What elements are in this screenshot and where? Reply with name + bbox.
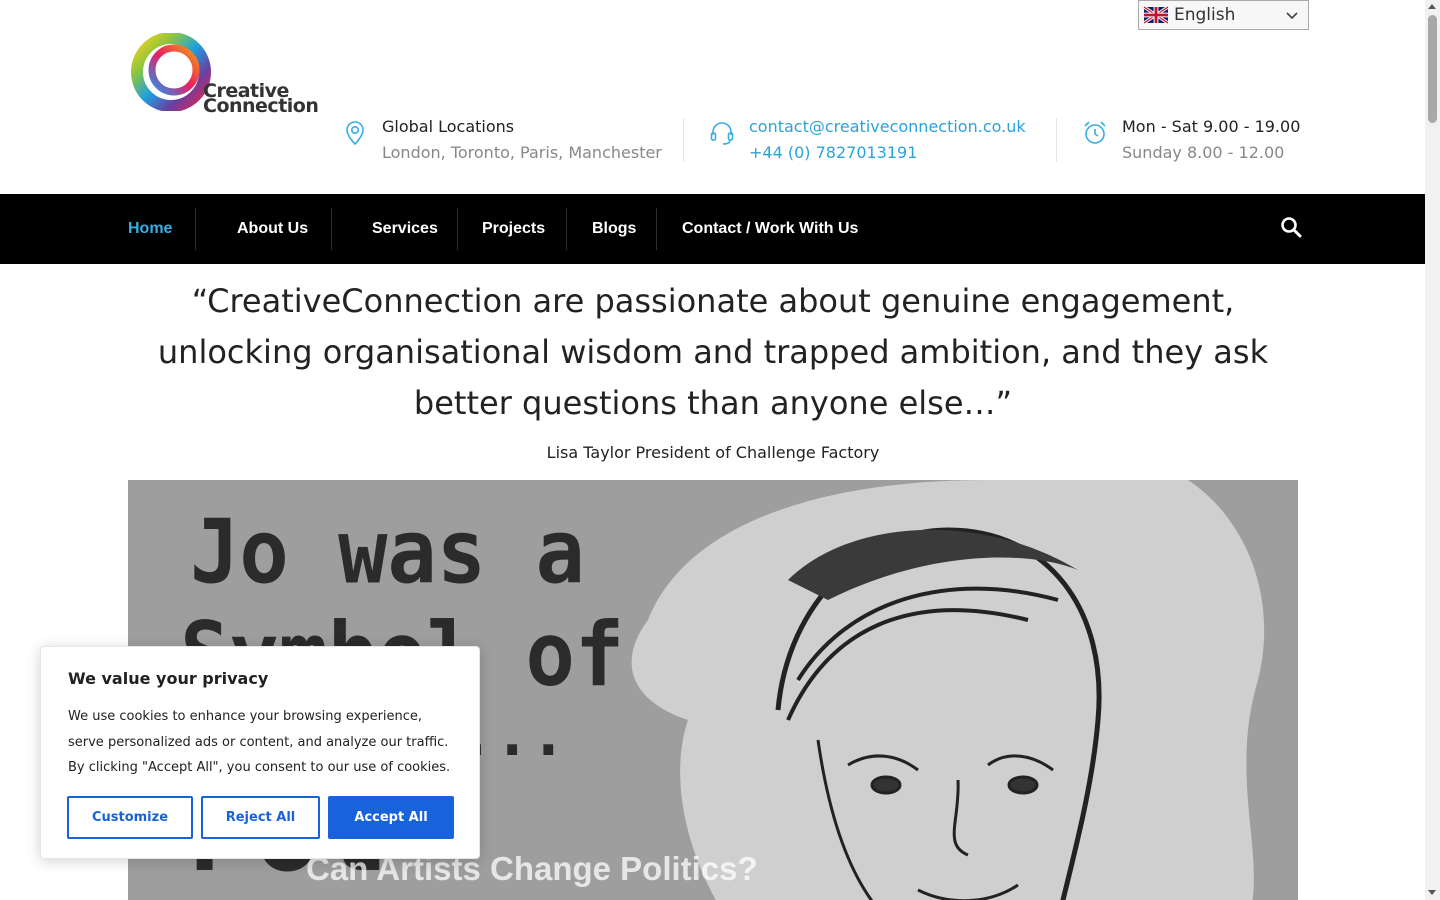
nav-divider <box>566 208 567 250</box>
contact-info: contact@creativeconnection.co.uk +44 (0)… <box>709 116 1026 164</box>
nav-divider <box>457 208 458 250</box>
accept-all-button[interactable]: Accept All <box>328 796 454 839</box>
contact-phone-link[interactable]: +44 (0) 7827013191 <box>749 142 1026 164</box>
header-divider <box>1056 118 1057 162</box>
scroll-up-arrow-icon[interactable] <box>1428 4 1436 9</box>
uk-flag-icon <box>1144 6 1168 24</box>
nav-item-services[interactable]: Services <box>372 194 438 264</box>
nav-item-projects[interactable]: Projects <box>482 194 545 264</box>
logo-ring-icon <box>131 33 211 111</box>
customize-button[interactable]: Customize <box>67 796 193 839</box>
locations-subtitle: London, Toronto, Paris, Manchester <box>382 143 662 162</box>
hours-subtitle: Sunday 8.00 - 12.00 <box>1122 143 1285 162</box>
language-selector[interactable]: English <box>1138 0 1309 30</box>
hero-text-line1: Jo was a <box>190 502 585 605</box>
locations-title: Global Locations <box>382 117 515 136</box>
logo-word-connection: Connection <box>203 95 319 117</box>
testimonial-quote: “CreativeConnection are passionate about… <box>157 282 1269 422</box>
search-icon[interactable] <box>1280 216 1302 238</box>
hours-title: Mon - Sat 9.00 - 19.00 <box>1122 117 1301 136</box>
headset-icon <box>710 122 734 145</box>
cookie-consent-banner: We value your privacy We use cookies to … <box>40 646 480 859</box>
main-nav: Home About Us Services Projects Blogs Co… <box>0 194 1425 264</box>
scrollbar-thumb[interactable] <box>1428 15 1437 123</box>
cookie-title: We value your privacy <box>68 669 269 688</box>
map-pin-icon <box>346 121 364 146</box>
nav-divider <box>331 208 332 250</box>
contact-email-link[interactable]: contact@creativeconnection.co.uk <box>749 116 1026 138</box>
page-scrollbar[interactable] <box>1425 0 1440 900</box>
nav-item-blogs[interactable]: Blogs <box>592 194 636 264</box>
header-divider <box>683 118 684 162</box>
nav-item-home[interactable]: Home <box>128 194 172 264</box>
language-label: English <box>1174 5 1236 25</box>
page: English Creative Connection Global Locat… <box>0 0 1425 900</box>
testimonial-author: Lisa Taylor President of Challenge Facto… <box>546 443 880 462</box>
alarm-clock-icon <box>1084 121 1106 144</box>
nav-item-about-us[interactable]: About Us <box>237 194 308 264</box>
reject-all-button[interactable]: Reject All <box>201 796 320 839</box>
nav-divider <box>656 208 657 250</box>
site-logo[interactable]: Creative Connection <box>130 32 319 117</box>
cookie-body: We use cookies to enhance your browsing … <box>68 709 451 775</box>
scroll-down-arrow-icon[interactable] <box>1428 890 1436 895</box>
nav-item-contact[interactable]: Contact / Work With Us <box>682 194 858 264</box>
hours-info: Mon - Sat 9.00 - 19.00 Sunday 8.00 - 12.… <box>1082 116 1300 164</box>
locations-info: Global Locations London, Toronto, Paris,… <box>342 116 662 164</box>
chevron-down-icon <box>1286 12 1298 20</box>
nav-divider <box>195 208 196 250</box>
